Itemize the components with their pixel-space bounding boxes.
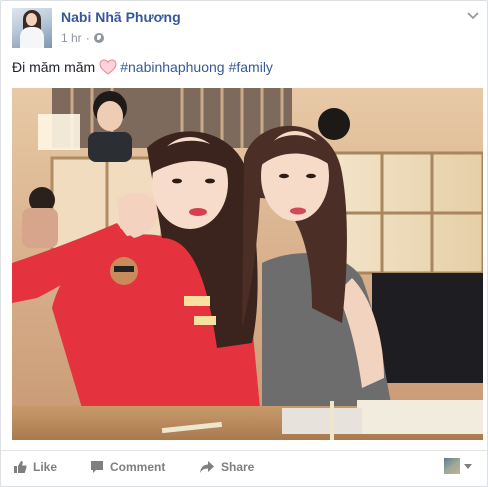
like-label: Like — [33, 460, 58, 474]
post-meta: 1 hr · — [61, 31, 104, 45]
share-icon — [200, 461, 214, 473]
post-timestamp[interactable]: 1 hr — [61, 31, 82, 45]
photo-illustration — [12, 88, 483, 440]
share-button[interactable]: Share — [199, 460, 254, 474]
post-actions-bar: Like Comment Share — [1, 450, 487, 486]
post-header: Nabi Nhã Phương 1 hr · — [12, 8, 482, 48]
heart-icon — [99, 59, 117, 75]
post-photo[interactable] — [12, 88, 483, 440]
comment-button[interactable]: Comment — [90, 460, 165, 474]
caption-text: Đi măm măm — [12, 59, 96, 75]
share-label: Share — [221, 460, 255, 474]
viewer-avatar — [444, 458, 460, 474]
author-avatar[interactable] — [12, 8, 52, 48]
chevron-down-icon[interactable] — [466, 10, 480, 24]
post-caption: Đi măm măm #nabinhaphuong #family — [12, 59, 482, 75]
thumbs-up-icon — [14, 461, 27, 473]
post-card: Nabi Nhã Phương 1 hr · Đi măm măm #nabin… — [0, 0, 488, 487]
hashtag-link[interactable]: #nabinhaphuong — [120, 59, 224, 75]
comment-label: Comment — [110, 460, 166, 474]
author-name[interactable]: Nabi Nhã Phương — [61, 9, 181, 25]
post-as-selector[interactable] — [444, 458, 472, 474]
comment-icon — [91, 461, 103, 473]
globe-icon[interactable] — [93, 33, 104, 43]
hashtag-link[interactable]: #family — [229, 59, 273, 75]
caret-down-icon — [464, 463, 472, 469]
like-button[interactable]: Like — [13, 460, 57, 474]
